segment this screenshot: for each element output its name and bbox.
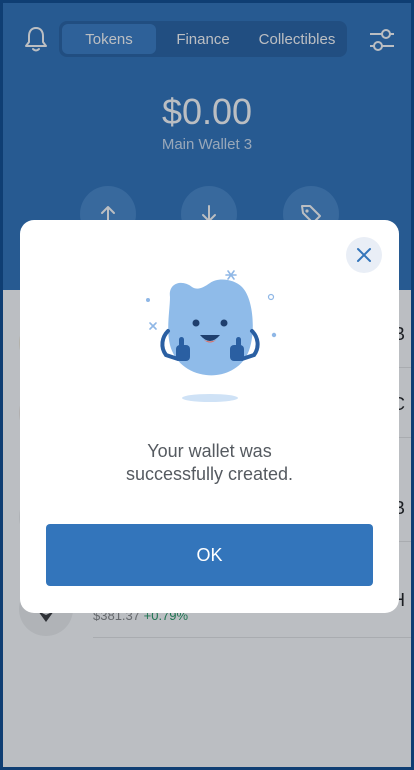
close-button[interactable] <box>346 237 382 273</box>
close-icon <box>357 248 371 262</box>
message-line: Your wallet was <box>147 441 272 461</box>
app-frame: Tokens Finance Collectibles $0.00 Main W… <box>0 0 414 770</box>
wallet-created-dialog: Your wallet was successfully created. OK <box>20 220 399 613</box>
success-message: Your wallet was successfully created. <box>20 440 399 486</box>
ok-button[interactable]: OK <box>46 524 373 586</box>
message-line: successfully created. <box>125 464 294 484</box>
mascot-illustration <box>146 270 277 402</box>
